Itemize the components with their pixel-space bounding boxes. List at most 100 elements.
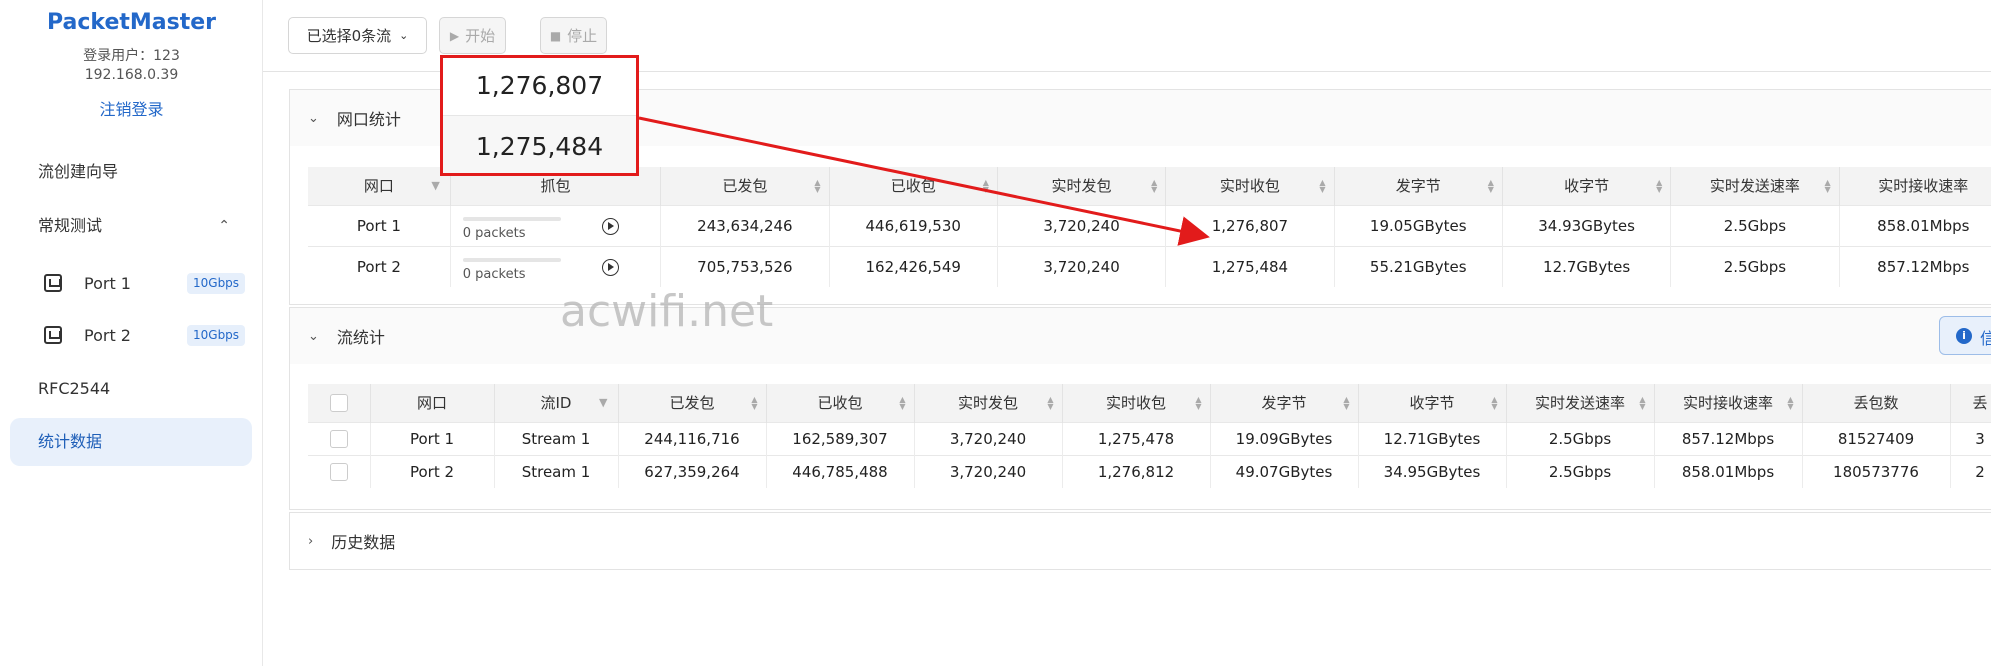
sort-icon[interactable]: ▲ ▼ — [1488, 179, 1494, 194]
stop-button[interactable]: ■ 停止 — [540, 17, 607, 54]
flow-stats-header[interactable]: ⌄ 流统计 — [290, 308, 1991, 364]
col-header[interactable]: 实时收包 ▲ ▼ — [1165, 167, 1335, 205]
checkbox[interactable] — [329, 429, 348, 448]
col-header[interactable]: 实时发送速率 ▲ ▼ — [1670, 167, 1840, 205]
cell-rt-sent: 3,720,240 — [997, 204, 1167, 246]
sort-icon[interactable]: ▲ ▼ — [1319, 179, 1325, 194]
col-header[interactable]: 实时发包 ▲ ▼ — [914, 384, 1063, 422]
cell-recv: 162,589,307 — [766, 421, 915, 455]
sidebar: PacketMaster 登录用户：123 192.168.0.39 注销登录 … — [0, 0, 263, 666]
sort-icon[interactable]: ▲ ▼ — [1639, 396, 1645, 411]
col-header[interactable]: 收字节 ▲ ▼ — [1502, 167, 1672, 205]
col-header: 网口 — [370, 384, 495, 422]
panel-title: 历史数据 — [331, 533, 396, 552]
col-header[interactable]: 实时接收速率▲▼ — [1839, 167, 1991, 205]
cell-rt-recv: 1,275,484 — [1165, 245, 1335, 287]
login-ip: 192.168.0.39 — [84, 67, 179, 83]
filter-icon[interactable]: ▼ — [431, 179, 439, 192]
highlight-callout: 1,276,807 1,275,484 — [440, 55, 639, 176]
info-icon: i — [1956, 328, 1972, 344]
nav-item-label: 常规测试 — [38, 216, 103, 235]
sort-icon[interactable]: ▲ ▼ — [1047, 396, 1053, 411]
cell-bytes-sent: 49.07GBytes — [1210, 454, 1359, 488]
panel-title: 网口统计 — [336, 110, 401, 129]
select-all-checkbox-cell[interactable] — [308, 384, 371, 422]
cell-rate-tx: 2.5Gbps — [1506, 454, 1655, 488]
play-capture-icon[interactable] — [601, 217, 619, 235]
history-header[interactable]: › 历史数据 — [290, 513, 1991, 569]
cell-bytes-recv: 12.7GBytes — [1502, 245, 1672, 287]
col-header[interactable]: 实时发送速率 ▲ ▼ — [1506, 384, 1655, 422]
col-header[interactable]: 发字节 ▲ ▼ — [1210, 384, 1359, 422]
table-row: Port 1 Stream 1 244,116,716 162,589,307 … — [308, 421, 1991, 455]
nav-item-port-1[interactable]: Port 1 10Gbps — [10, 259, 252, 307]
nav-item-regular-test[interactable]: 常规测试 ⌃ — [10, 202, 252, 250]
sort-icon[interactable]: ▲ ▼ — [814, 179, 820, 194]
checkbox[interactable] — [329, 463, 348, 481]
info-button[interactable]: i 信 — [1939, 316, 1991, 355]
col-header[interactable]: 实时发包 ▲ ▼ — [997, 167, 1167, 205]
sort-icon[interactable]: ▲ ▼ — [1787, 396, 1793, 411]
nav-item-rfc2544[interactable]: RFC2544 — [10, 365, 252, 413]
cell-port: Port 1 — [308, 204, 451, 246]
sort-icon[interactable]: ▲ ▼ — [1343, 396, 1349, 411]
row-checkbox-cell[interactable] — [308, 454, 371, 488]
sort-icon[interactable]: ▲ ▼ — [1491, 396, 1497, 411]
cell-port: Port 1 — [370, 421, 495, 455]
sort-icon[interactable]: ▲ ▼ — [1195, 396, 1201, 411]
cell-recv: 162,426,549 — [829, 245, 998, 287]
col-header[interactable]: 实时收包 ▲ ▼ — [1062, 384, 1211, 422]
checkbox[interactable] — [329, 394, 348, 412]
chevron-down-icon: ⌄ — [308, 110, 319, 126]
col-header[interactable]: 已收包 ▲ ▼ — [829, 167, 998, 205]
cell-rt-recv: 1,276,807 — [1165, 204, 1335, 246]
col-header[interactable]: 收字节 ▲ ▼ — [1358, 384, 1507, 422]
cell-rate-rx: 857.12Mbps — [1839, 245, 1991, 287]
col-header[interactable]: 已发包 ▲ ▼ — [660, 167, 830, 205]
stop-icon: ■ — [549, 28, 562, 43]
chevron-up-icon: ⌃ — [218, 218, 230, 234]
col-header: 丢 — [1950, 384, 1991, 422]
col-header[interactable]: 实时接收速率▲▼ — [1654, 384, 1803, 422]
row-checkbox-cell[interactable] — [308, 421, 371, 455]
capture-count: 0 packets — [462, 225, 526, 241]
col-header[interactable]: 网口 ▼ — [308, 167, 451, 205]
cell-loss: 180573776 — [1802, 454, 1951, 488]
sort-icon[interactable]: ▲ ▼ — [751, 396, 757, 411]
logout-link[interactable]: 注销登录 — [0, 96, 263, 120]
sort-icon[interactable]: ▲ ▼ — [983, 179, 989, 194]
col-header[interactable]: 发字节 ▲ ▼ — [1334, 167, 1503, 205]
app-root: PacketMaster 登录用户：123 192.168.0.39 注销登录 … — [0, 0, 1991, 666]
col-header[interactable]: 已发包 ▲ ▼ — [618, 384, 767, 422]
sort-icon[interactable]: ▲ ▼ — [899, 396, 905, 411]
capture-count: 0 packets — [462, 266, 526, 282]
sort-icon[interactable]: ▲ ▼ — [1824, 179, 1830, 194]
callout-value-1: 1,276,807 — [443, 58, 636, 116]
filter-icon[interactable]: ▼ — [599, 396, 607, 409]
sort-icon[interactable]: ▲ ▼ — [1151, 179, 1157, 194]
cell-bytes-recv: 34.93GBytes — [1502, 204, 1672, 246]
ethernet-port-icon — [44, 274, 62, 292]
nav-item-label: 统计数据 — [38, 432, 103, 451]
cell-rate-tx: 2.5Gbps — [1670, 245, 1840, 287]
cell-rate-rx: 858.01Mbps — [1839, 204, 1991, 246]
nav-item-port-2[interactable]: Port 2 10Gbps — [10, 311, 252, 359]
play-icon: ▶ — [449, 28, 460, 43]
start-button[interactable]: ▶ 开始 — [439, 17, 506, 54]
cell-sent: 705,753,526 — [660, 245, 830, 287]
cell-bytes-sent: 19.05GBytes — [1334, 204, 1503, 246]
cell-recv: 446,785,488 — [766, 454, 915, 488]
table-header-row: 网口 流ID ▼ 已发包 ▲ ▼ 已收包 ▲ ▼ 实时发包 ▲ ▼ 实时收包 ▲ ▼ 发字节 ▲ ▼ … — [308, 384, 1991, 422]
cell-loss: 81527409 — [1802, 421, 1951, 455]
brand-logo: PacketMaster — [46, 10, 217, 35]
cell-rate-rx: 858.01Mbps — [1654, 454, 1803, 488]
stream-select-dropdown[interactable]: 已选择0条流 ⌄ — [288, 17, 427, 54]
login-user: 登录用户：123 — [83, 48, 180, 64]
col-header[interactable]: 流ID ▼ — [494, 384, 619, 422]
col-header[interactable]: 已收包 ▲ ▼ — [766, 384, 915, 422]
sort-icon[interactable]: ▲ ▼ — [1656, 179, 1662, 194]
nav-item-stats[interactable]: 统计数据 — [10, 418, 252, 466]
nav-item-wizard[interactable]: 流创建向导 — [10, 148, 252, 196]
flow-stats-panel: ⌄ 流统计 网口 流ID ▼ 已发包 ▲ ▼ 已收包 ▲ ▼ 实时发包 ▲ ▼ 实时收包 ▲ ▼ … — [289, 307, 1991, 510]
play-capture-icon[interactable] — [601, 258, 619, 276]
